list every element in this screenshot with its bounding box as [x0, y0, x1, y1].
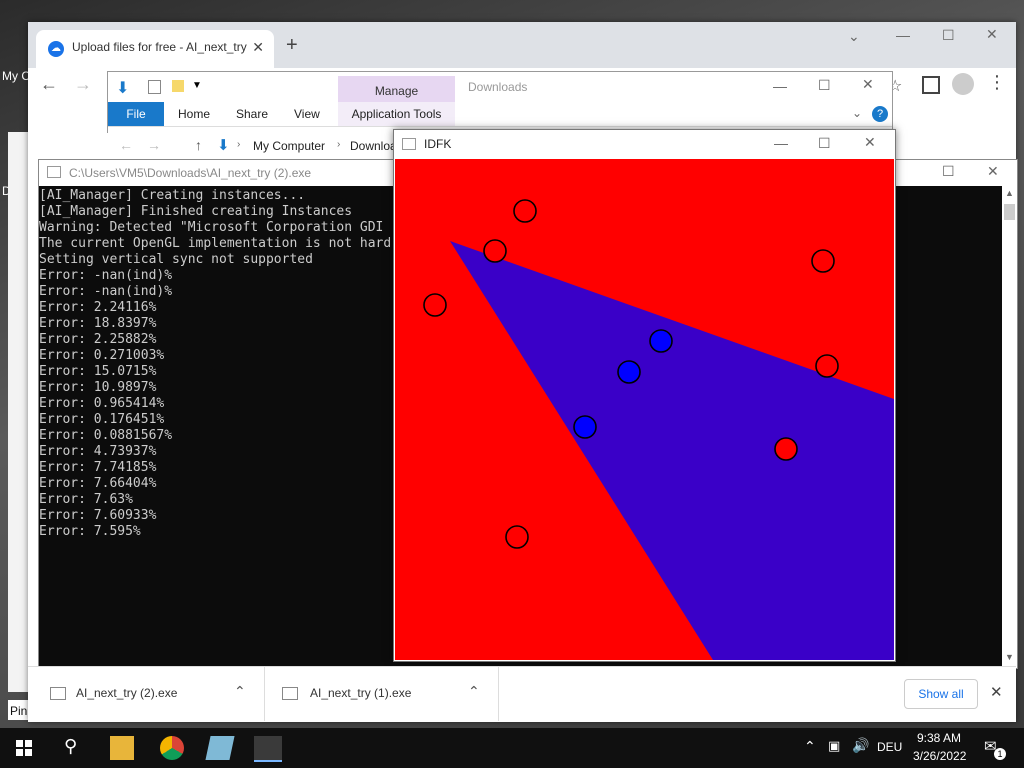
breadcrumb-my-computer[interactable]: My Computer [253, 139, 325, 153]
menu-dots-icon[interactable]: ⋮ [988, 72, 1006, 93]
close-icon[interactable]: ✕ [252, 39, 264, 56]
chevron-down-icon[interactable]: ⌄ [848, 28, 860, 45]
red-point [483, 239, 507, 263]
tab-home[interactable]: Home [178, 107, 210, 121]
download-name: AI_next_try (2).exe [76, 686, 178, 700]
close-window-button[interactable]: ✕ [987, 163, 999, 180]
help-icon[interactable]: ? [872, 106, 888, 122]
window-title: Downloads [468, 80, 528, 94]
console-scrollbar[interactable]: ▲ ▼ [1002, 186, 1017, 668]
download-item[interactable]: AI_next_try (1).exe ⌃ [264, 667, 499, 721]
tab-share[interactable]: Share [236, 107, 268, 121]
blue-point [573, 415, 597, 439]
tab-title: Upload files for free - AI_next_try [72, 40, 247, 54]
clock-date[interactable]: 3/26/2022 [913, 749, 966, 763]
desktop-icon-label[interactable]: My C [2, 69, 30, 83]
language-indicator[interactable]: DEU [877, 740, 902, 754]
console-icon [47, 166, 61, 178]
scroll-up-icon[interactable]: ▲ [1005, 188, 1014, 198]
clock-time[interactable]: 9:38 AM [917, 731, 961, 745]
windows-start-icon[interactable] [16, 740, 32, 756]
background-window-edge [8, 132, 28, 692]
chevron-up-icon[interactable]: ⌃ [234, 683, 246, 700]
file-explorer-window: ⬇ ▼ Manage Downloads — ☐ ✕ File Home Sha… [107, 71, 893, 135]
scroll-down-icon[interactable]: ▼ [1005, 652, 1014, 662]
back-arrow-icon[interactable]: ← [40, 74, 58, 95]
network-icon[interactable]: ▣ [828, 738, 840, 754]
cloud-upload-icon: ☁ [48, 41, 64, 57]
close-icon[interactable]: ✕ [990, 683, 1003, 701]
classification-canvas[interactable] [395, 159, 894, 660]
close-window-button[interactable]: ✕ [862, 76, 874, 93]
download-arrow-icon[interactable]: ⬇ [116, 78, 130, 97]
blue-point [649, 329, 673, 353]
exe-file-icon [282, 687, 298, 700]
pin-label: Pin [10, 704, 28, 718]
download-arrow-icon: ⬇ [217, 137, 230, 154]
red-point [811, 249, 835, 273]
volume-icon[interactable]: 🔊 [852, 737, 869, 754]
close-window-button[interactable]: ✕ [986, 26, 998, 43]
idfk-title: IDFK [424, 137, 452, 151]
tab-view[interactable]: View [294, 107, 320, 121]
maximize-button[interactable]: ☐ [942, 27, 955, 44]
chevron-down-icon[interactable]: ▼ [192, 80, 202, 91]
blue-point [617, 360, 641, 384]
chevron-down-icon[interactable]: ⌄ [852, 106, 862, 120]
properties-icon[interactable] [148, 80, 161, 94]
close-window-button[interactable]: ✕ [864, 134, 876, 151]
taskbar: ⚲ ⌃ ▣ 🔊 DEU 9:38 AM 3/26/2022 ✉ 1 [0, 728, 1024, 768]
show-all-button[interactable]: Show all [904, 679, 978, 709]
maximize-button[interactable]: ☐ [818, 77, 831, 94]
breadcrumb-separator: › [337, 139, 341, 150]
profile-avatar[interactable] [952, 73, 974, 95]
manage-tab[interactable]: Manage [338, 76, 455, 102]
red-point [513, 199, 537, 223]
minimize-button[interactable]: — [774, 135, 788, 151]
forward-arrow-icon[interactable]: → [147, 137, 161, 153]
console-app-icon[interactable] [254, 736, 282, 762]
chevron-up-icon[interactable]: ⌃ [804, 738, 816, 755]
new-folder-icon[interactable] [172, 80, 184, 92]
explorer-ribbon: File Home Share View Application Tools ⌄… [108, 102, 892, 127]
maximize-button[interactable]: ☐ [818, 135, 831, 152]
console-title: C:\Users\VM5\Downloads\AI_next_try (2).e… [69, 166, 312, 180]
download-bar: AI_next_try (2).exe ⌃ AI_next_try (1).ex… [28, 666, 1016, 721]
red-point [774, 437, 798, 461]
chrome-icon[interactable] [160, 736, 184, 760]
tab-file[interactable]: File [108, 102, 164, 126]
search-icon[interactable]: ⚲ [64, 736, 77, 757]
chrome-tab-strip: ☁ Upload files for free - AI_next_try ✕ … [28, 22, 1016, 68]
scrollbar-thumb[interactable] [1004, 204, 1015, 220]
forward-arrow-icon[interactable]: → [74, 74, 92, 95]
maximize-button[interactable]: ☐ [942, 163, 955, 180]
download-item[interactable]: AI_next_try (2).exe ⌃ [28, 667, 265, 721]
explorer-titlebar: ⬇ ▼ Manage Downloads — ☐ ✕ [108, 72, 892, 102]
file-explorer-icon[interactable] [110, 736, 134, 760]
notification-badge: 1 [994, 748, 1006, 760]
explorer-address-bar: ← → ↑ ⬇ › My Computer › Downloa [107, 133, 397, 160]
chrome-tab[interactable]: ☁ Upload files for free - AI_next_try ✕ [36, 30, 274, 68]
breadcrumb-separator: › [237, 139, 241, 150]
chevron-up-icon[interactable]: ⌃ [468, 683, 480, 700]
sidebar-icon[interactable] [922, 76, 940, 94]
tab-application-tools[interactable]: Application Tools [338, 102, 455, 126]
breadcrumb-downloads[interactable]: Downloa [350, 139, 397, 153]
app-icon [402, 138, 416, 150]
red-point [815, 354, 839, 378]
idfk-window: IDFK — ☐ ✕ [393, 129, 896, 662]
minimize-button[interactable]: — [773, 78, 787, 94]
download-name: AI_next_try (1).exe [310, 686, 412, 700]
minimize-button[interactable]: — [896, 27, 910, 43]
new-tab-button[interactable]: + [286, 34, 298, 57]
app-icon[interactable] [205, 736, 235, 760]
red-point [505, 525, 529, 549]
idfk-titlebar: IDFK — ☐ ✕ [394, 130, 895, 159]
back-arrow-icon[interactable]: ← [119, 137, 133, 153]
red-point [423, 293, 447, 317]
exe-file-icon [50, 687, 66, 700]
up-arrow-icon[interactable]: ↑ [195, 137, 202, 153]
